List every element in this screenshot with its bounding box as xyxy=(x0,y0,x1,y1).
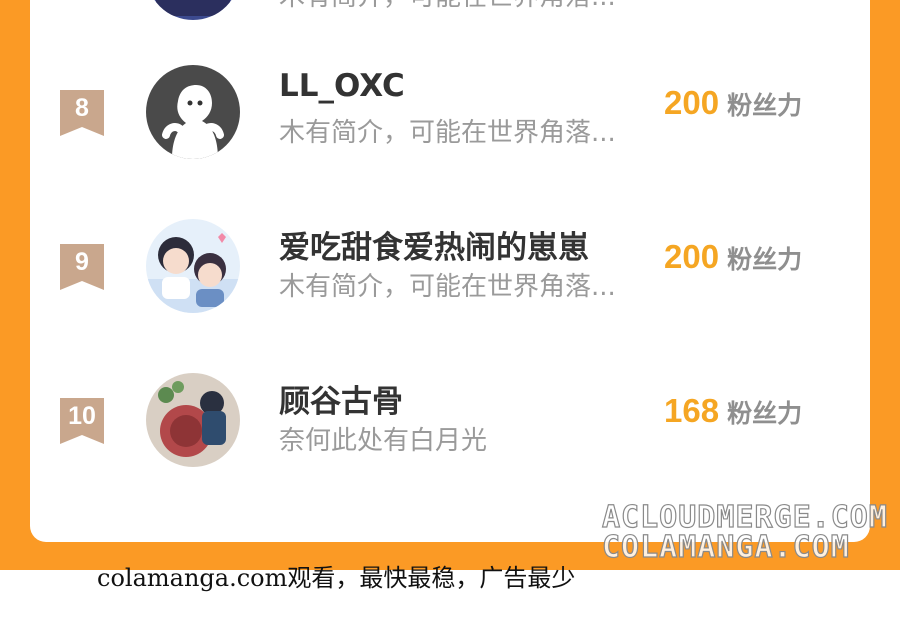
fans-label: 粉丝力 xyxy=(727,399,803,428)
avatar[interactable] xyxy=(146,0,240,20)
user-name[interactable]: 爱吃甜食爱热闹的崽崽 xyxy=(279,222,589,267)
fans-power: 168 粉丝力 xyxy=(664,392,802,430)
avatar[interactable] xyxy=(146,219,240,313)
footer-note: colamanga.com观看，最快最稳，广告最少 xyxy=(97,564,576,592)
rank-number: 9 xyxy=(75,248,89,276)
fans-count: 200 xyxy=(664,84,720,121)
fans-power: 200 粉丝力 xyxy=(664,84,802,122)
user-name[interactable]: 顾谷古骨 xyxy=(279,376,403,421)
fans-count: 168 xyxy=(664,392,720,429)
user-bio: 木有简介，可能在世界角落... xyxy=(279,272,616,302)
rank-number: 8 xyxy=(75,94,89,122)
ranking-row[interactable]: 10 顾谷古骨 奈何此处有白月光 168 粉丝力 xyxy=(30,373,870,492)
avatar[interactable] xyxy=(146,373,240,467)
rank-number: 10 xyxy=(68,402,96,430)
rank-badge: 9 xyxy=(60,244,104,290)
fans-count: 200 xyxy=(664,238,720,275)
avatar[interactable] xyxy=(146,65,240,159)
user-bio: 木有简介，可能在世界角落... xyxy=(279,0,616,13)
fans-label: 粉丝力 xyxy=(727,245,803,274)
rank-badge: 8 xyxy=(60,90,104,136)
ranking-row[interactable]: 8 LL_OXC 木有简介，可能在世界角落... 200 粉丝力 xyxy=(30,65,870,184)
fan-ranking-panel: 木有简介，可能在世界角落... 8 LL_OXC 木有简介，可能在世界角落...… xyxy=(30,0,870,542)
fans-label: 粉丝力 xyxy=(727,91,803,120)
fans-power: 200 粉丝力 xyxy=(664,238,802,276)
ranking-row[interactable]: 木有简介，可能在世界角落... xyxy=(30,0,870,28)
user-bio: 奈何此处有白月光 xyxy=(279,426,488,456)
rank-badge: 10 xyxy=(60,398,104,444)
user-bio: 木有简介，可能在世界角落... xyxy=(279,118,616,148)
user-name[interactable]: LL_OXC xyxy=(279,68,405,104)
ranking-row[interactable]: 9 爱吃甜食爱热闹的崽崽 木有简介，可能在世界角落... 200 粉丝力 xyxy=(30,219,870,338)
ghost-avatar-icon xyxy=(146,65,240,159)
watermark-line-2: COLAMANGA.COM xyxy=(601,529,850,565)
